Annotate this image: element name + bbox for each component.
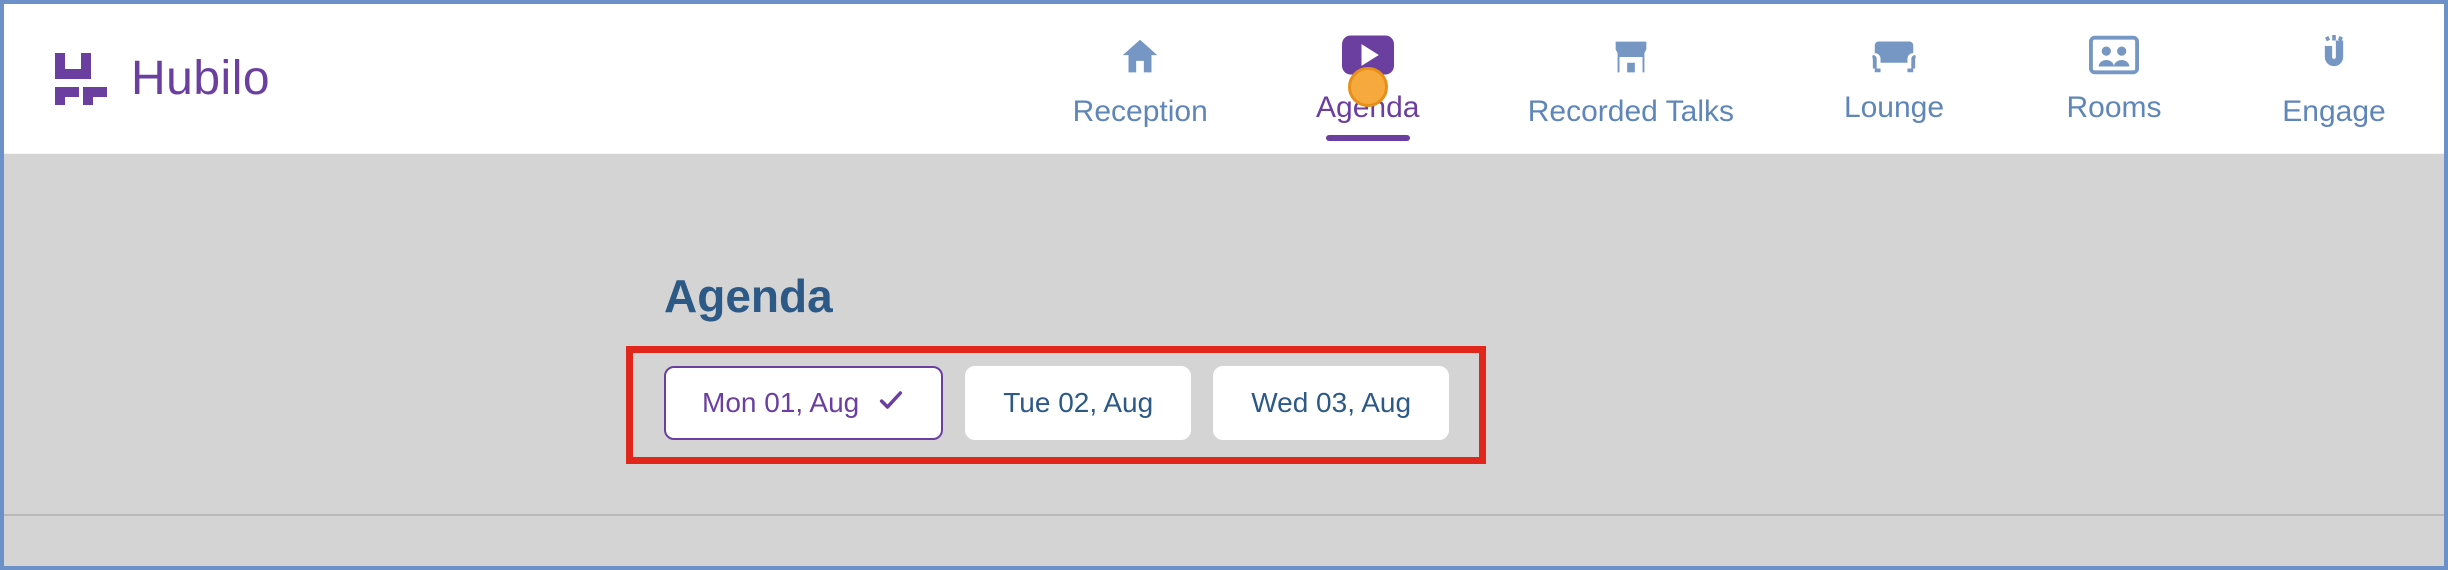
brand-name: Hubilo [131,51,270,106]
nav-agenda[interactable]: Agenda [1308,28,1428,125]
date-chip-label: Wed 03, Aug [1251,387,1411,419]
content-divider [4,514,2444,516]
nav-underline [1326,135,1410,141]
page-title: Agenda [664,269,833,323]
main-nav: Reception Agenda Recorded Talks [1073,28,2394,129]
app-frame: Hubilo Reception Agenda [0,0,2448,570]
nav-label: Lounge [1844,91,1944,125]
date-chip-tue[interactable]: Tue 02, Aug [965,366,1191,440]
check-icon [877,386,905,421]
nav-reception[interactable]: Reception [1073,28,1208,129]
people-icon [2089,34,2139,81]
hubilo-logo-icon [49,47,113,111]
content-area: Agenda Mon 01, Aug Tue 02, Aug Wed 03, A… [4,154,2444,566]
date-selector-row: Mon 01, Aug Tue 02, Aug Wed 03, Aug [664,366,1449,440]
nav-lounge[interactable]: Lounge [1834,28,1954,125]
brand-logo[interactable]: Hubilo [49,47,270,111]
nav-engage[interactable]: Engage [2274,28,2394,129]
store-icon [1608,34,1654,85]
nav-rooms[interactable]: Rooms [2054,28,2174,125]
date-chip-mon[interactable]: Mon 01, Aug [664,366,943,440]
sofa-icon [1869,34,1919,81]
nav-label: Reception [1073,95,1208,129]
cursor-annotation-icon [1348,67,1388,107]
nav-recorded-talks[interactable]: Recorded Talks [1528,28,1734,129]
date-chip-label: Mon 01, Aug [702,387,859,419]
nav-label: Rooms [2066,91,2161,125]
nav-label: Recorded Talks [1528,95,1734,129]
home-icon [1117,34,1163,85]
header: Hubilo Reception Agenda [4,4,2444,154]
date-chip-label: Tue 02, Aug [1003,387,1153,419]
date-chip-wed[interactable]: Wed 03, Aug [1213,366,1449,440]
nav-label: Engage [2282,95,2385,129]
magnet-icon [2312,34,2356,85]
